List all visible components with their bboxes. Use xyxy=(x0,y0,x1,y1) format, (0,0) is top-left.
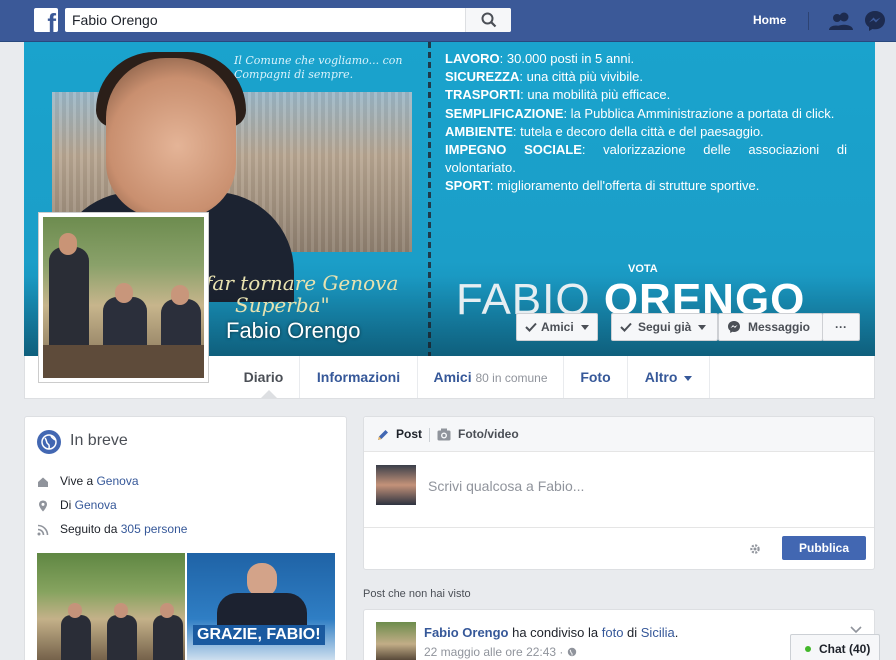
messenger-icon xyxy=(728,321,740,333)
cover-program-list: LAVORO: 30.000 posti in 5 anni. SICUREZZ… xyxy=(445,50,847,196)
lives-in-link[interactable]: Genova xyxy=(96,474,138,488)
photo-caption: GRAZIE, FABIO! xyxy=(193,625,325,645)
cover-slogan: far tornare Genova Superba" xyxy=(205,271,399,317)
from-row: Di Genova xyxy=(60,498,117,512)
intro-photo-meeting[interactable] xyxy=(37,553,185,660)
friend-requests-icon[interactable] xyxy=(829,11,853,31)
program-item: TRASPORTI: una mobilità più efficace. xyxy=(445,87,671,103)
tab-post[interactable]: Post xyxy=(396,427,422,441)
post-photo-link[interactable]: foto xyxy=(602,625,624,640)
active-tab-indicator xyxy=(261,390,277,398)
friends-button[interactable]: Amici xyxy=(516,313,598,341)
gear-icon[interactable] xyxy=(748,542,762,556)
search-icon xyxy=(481,12,497,28)
chevron-down-icon xyxy=(581,325,589,330)
messenger-icon[interactable] xyxy=(864,10,886,32)
search-button[interactable] xyxy=(465,8,511,32)
followers-link[interactable]: 305 persone xyxy=(121,522,188,536)
composer-tabs: Post Foto/video xyxy=(364,417,874,452)
post-author-avatar[interactable] xyxy=(376,622,416,660)
camera-icon xyxy=(437,428,451,441)
post-author-link[interactable]: Fabio Orengo xyxy=(424,625,509,640)
location-pin-icon xyxy=(39,500,47,512)
program-item: SEMPLIFICAZIONE: la Pubblica Amministraz… xyxy=(445,105,835,121)
post-header: Fabio Orengo ha condiviso la foto di Sic… xyxy=(424,625,679,640)
cover-vota-label: VOTA xyxy=(628,263,658,275)
globe-icon xyxy=(37,430,61,454)
cover-portrait-face xyxy=(106,58,236,218)
followers-row: Seguito da 305 persone xyxy=(60,522,188,536)
cover-tagline: Il Comune che vogliamo... con Compagni d… xyxy=(234,54,403,81)
caret-down-icon xyxy=(684,375,693,381)
program-item: SPORT: miglioramento dell'offerta di str… xyxy=(445,178,760,194)
chat-tab[interactable]: Chat (40) xyxy=(790,634,880,660)
post-timestamp[interactable]: 22 maggio alle ore 22:43 · xyxy=(424,645,577,659)
lives-in-row: Vive a Genova xyxy=(60,474,139,488)
check-icon xyxy=(525,322,537,332)
post-options-chevron-icon[interactable] xyxy=(850,626,862,634)
tab-amici[interactable]: Amici 80 in comune xyxy=(418,356,564,398)
program-item: IMPEGNO SOCIALE: valorizzazione delle as… xyxy=(445,142,847,176)
following-button[interactable]: Segui già xyxy=(611,313,718,341)
publish-button[interactable]: Pubblica xyxy=(782,536,866,560)
top-bar: f Fabio Orengo Home xyxy=(0,0,896,42)
program-item: AMBIENTE: tutela e decoro della città e … xyxy=(445,123,764,139)
intro-card: In breve Vive a Genova Di Genova Seguito… xyxy=(24,416,347,660)
tab-separator xyxy=(429,428,430,442)
tab-foto[interactable]: Foto xyxy=(564,356,628,398)
tab-altro[interactable]: Altro xyxy=(628,356,710,398)
public-globe-icon xyxy=(567,647,576,657)
composer-input[interactable]: Scrivi qualcosa a Fabio... xyxy=(428,478,584,494)
from-link[interactable]: Genova xyxy=(75,498,117,512)
topbar-divider xyxy=(808,12,809,30)
home-icon xyxy=(38,477,48,487)
facebook-logo-icon[interactable]: f xyxy=(34,8,58,32)
mutual-friends-count: 80 in comune xyxy=(475,371,548,385)
program-item: LAVORO: 30.000 posti in 5 anni. xyxy=(445,51,635,66)
intro-title: In breve xyxy=(70,432,128,449)
intro-photo-rally[interactable]: GRAZIE, FABIO! xyxy=(187,553,335,660)
chevron-down-icon xyxy=(698,325,706,330)
post-source-link[interactable]: Sicilia xyxy=(641,625,675,640)
profile-picture[interactable] xyxy=(38,212,209,383)
check-icon xyxy=(620,322,632,332)
composer-avatar[interactable] xyxy=(376,465,416,505)
more-options-button[interactable]: ··· xyxy=(822,313,860,341)
search-input[interactable]: Fabio Orengo xyxy=(72,12,158,28)
composer-footer: Pubblica xyxy=(364,527,874,569)
unseen-posts-label: Post che non hai visto xyxy=(363,588,471,600)
rss-icon xyxy=(37,524,49,536)
profile-name[interactable]: Fabio Orengo xyxy=(226,318,361,344)
program-item: SICUREZZA: una città più vivibile. xyxy=(445,69,643,85)
home-link[interactable]: Home xyxy=(753,13,786,27)
profile-photo xyxy=(43,217,204,378)
tab-informazioni[interactable]: Informazioni xyxy=(300,356,418,398)
online-status-icon xyxy=(805,646,811,652)
chat-label: Chat (40) xyxy=(819,642,871,656)
post-composer: Post Foto/video Scrivi qualcosa a Fabio.… xyxy=(363,416,875,570)
message-button[interactable]: Messaggio xyxy=(718,313,823,341)
tab-photo-video[interactable]: Foto/video xyxy=(458,427,519,441)
pencil-icon xyxy=(378,430,388,440)
search-box[interactable]: Fabio Orengo xyxy=(65,8,511,32)
